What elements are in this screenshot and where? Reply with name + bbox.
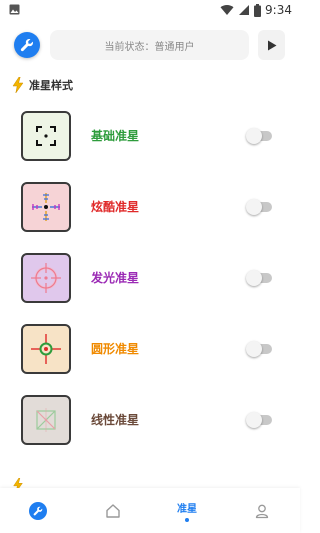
top-bar: 当前状态：普通用户: [0, 30, 300, 60]
crosshair-basic-icon: [36, 126, 56, 146]
status-icons: 9:34: [220, 2, 292, 18]
linear-crosshair-label: 线性准星: [91, 413, 140, 427]
crosshair-linear-icon: [36, 408, 56, 432]
nav-item-tools[interactable]: [8, 488, 68, 533]
basic-crosshair-toggle[interactable]: [246, 128, 274, 144]
basic-crosshair-label: 基础准星: [91, 129, 140, 143]
user-icon: [255, 504, 269, 518]
user-status-field[interactable]: 当前状态：普通用户: [50, 30, 249, 60]
section-title: 准星样式: [29, 79, 73, 92]
crosshair-glow-icon: [31, 263, 61, 293]
linear-crosshair-thumbnail: [21, 395, 71, 445]
list-item-basic-crosshair[interactable]: 基础准星: [0, 111, 300, 163]
nav-item-crosshair[interactable]: 准星: [157, 488, 217, 533]
wrench-icon: [20, 39, 33, 52]
list-item-linear-crosshair[interactable]: 线性准星: [0, 395, 300, 447]
battery-icon: [254, 3, 262, 17]
image-icon: [9, 4, 20, 15]
linear-crosshair-toggle[interactable]: [246, 412, 274, 428]
glow-crosshair-thumbnail: [21, 253, 71, 303]
cool-crosshair-thumbnail: [21, 182, 71, 232]
wrench-icon: [33, 506, 43, 515]
toggle-knob: [246, 128, 262, 144]
section-header-crosshair-styles: 准星样式: [12, 76, 73, 94]
toggle-knob: [246, 412, 262, 428]
circle-crosshair-label: 圆形准星: [91, 342, 140, 356]
cool-crosshair-label: 炫酷准星: [91, 200, 140, 214]
home-icon: [106, 503, 120, 518]
list-item-circle-crosshair[interactable]: 圆形准星: [0, 324, 300, 376]
circle-crosshair-toggle[interactable]: [246, 341, 274, 357]
circle-crosshair-thumbnail: [21, 324, 71, 374]
nav-crosshair-label: 准星: [177, 503, 197, 515]
lightning-icon: [12, 77, 24, 93]
nav-item-profile[interactable]: [232, 488, 292, 533]
toggle-knob: [246, 341, 262, 357]
cool-crosshair-toggle[interactable]: [246, 199, 274, 215]
settings-button[interactable]: [14, 32, 40, 58]
active-indicator: [185, 517, 189, 522]
basic-crosshair-thumbnail: [21, 111, 71, 161]
list-item-glow-crosshair[interactable]: 发光准星: [0, 253, 300, 305]
status-time: 9:34: [265, 3, 292, 17]
start-button[interactable]: [258, 30, 285, 60]
nav-item-home[interactable]: [83, 488, 143, 533]
wifi-icon: [220, 4, 234, 15]
crosshair-circle-icon: [31, 334, 61, 364]
glow-crosshair-label: 发光准星: [91, 271, 140, 285]
toggle-knob: [246, 199, 262, 215]
user-status-text: 当前状态：普通用户: [104, 41, 195, 53]
glow-crosshair-toggle[interactable]: [246, 270, 274, 286]
play-icon: [267, 40, 276, 50]
toggle-knob: [246, 270, 262, 286]
bottom-nav: 准星: [0, 488, 300, 533]
signal-icon: [239, 5, 250, 15]
nav-tools-badge: [29, 501, 47, 520]
crosshair-cool-icon: [32, 193, 60, 221]
list-item-cool-crosshair[interactable]: 炫酷准星: [0, 182, 300, 234]
status-bar: 9:34: [0, 0, 300, 20]
